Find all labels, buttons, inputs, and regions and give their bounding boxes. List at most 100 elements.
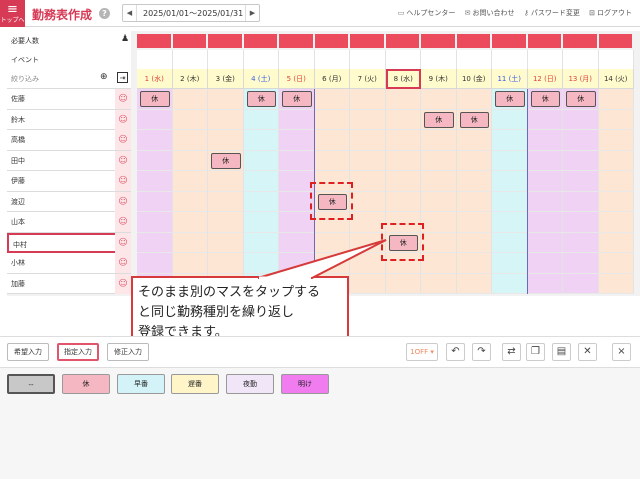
shift-cell[interactable] <box>243 171 279 192</box>
shift-cell[interactable] <box>527 273 563 294</box>
shift-cell[interactable] <box>527 212 563 233</box>
event-cell[interactable] <box>598 50 634 70</box>
close-icon[interactable]: × <box>612 343 631 361</box>
day-header[interactable]: 7 (火) <box>350 69 386 89</box>
event-cell[interactable] <box>137 50 173 70</box>
shift-cell[interactable] <box>563 150 599 171</box>
delete-icon[interactable]: ✕ <box>578 343 597 361</box>
shift-cell[interactable] <box>172 89 208 110</box>
expand-icon[interactable]: ⇥ <box>117 72 128 83</box>
shift-cell[interactable] <box>598 171 634 192</box>
face-icon[interactable]: ☺ <box>115 253 131 273</box>
edit-input-button[interactable]: 修正入力 <box>107 343 149 361</box>
wish-input-button[interactable]: 希望入力 <box>7 343 49 361</box>
shift-cell[interactable] <box>421 150 457 171</box>
shift-chip[interactable]: 休 <box>211 152 241 169</box>
shift-cell[interactable] <box>385 150 421 171</box>
shift-cell[interactable] <box>208 191 244 212</box>
shift-cell[interactable] <box>527 150 563 171</box>
shift-cell[interactable] <box>598 191 634 212</box>
day-header[interactable]: 8 (水) <box>385 69 421 89</box>
shift-cell[interactable] <box>492 253 528 274</box>
day-header[interactable]: 1 (水) <box>137 69 173 89</box>
palette-item[interactable]: 夜勤 <box>226 374 274 394</box>
shift-cell[interactable] <box>385 191 421 212</box>
paste-icon[interactable]: ▤ <box>552 343 571 361</box>
shift-cell[interactable] <box>563 253 599 274</box>
period-text[interactable]: 2025/01/01～2025/01/31 <box>143 8 243 19</box>
event-cell[interactable] <box>279 50 315 70</box>
auto-off-toggle[interactable]: 1OFF ▾ <box>406 343 438 361</box>
shift-cell[interactable] <box>492 130 528 151</box>
shift-cell[interactable] <box>137 191 173 212</box>
redo-icon[interactable]: ↷ <box>472 343 491 361</box>
shift-chip[interactable]: 休 <box>282 91 312 107</box>
shift-cell[interactable] <box>492 109 528 130</box>
face-icon[interactable]: ☺ <box>115 171 131 191</box>
shift-cell[interactable] <box>279 253 315 274</box>
shift-cell[interactable] <box>350 273 386 294</box>
shift-cell[interactable] <box>421 253 457 274</box>
shift-cell[interactable] <box>172 253 208 274</box>
event-cell[interactable] <box>563 50 599 70</box>
shift-cell[interactable] <box>208 89 244 110</box>
staff-row-header[interactable]: 渡辺 ☺ <box>7 191 131 212</box>
palette-item[interactable]: 遅番 <box>171 374 219 394</box>
shift-cell[interactable] <box>598 232 634 253</box>
shift-cell[interactable] <box>137 171 173 192</box>
event-cell[interactable] <box>456 50 492 70</box>
event-cell[interactable] <box>172 50 208 70</box>
shift-cell[interactable] <box>243 150 279 171</box>
event-cell[interactable] <box>421 50 457 70</box>
help-center-link[interactable]: ▭ ヘルプセンター <box>398 9 456 17</box>
day-header[interactable]: 2 (木) <box>172 69 208 89</box>
event-cell[interactable] <box>208 50 244 70</box>
staff-row-header[interactable]: 高橋 ☺ <box>7 130 131 151</box>
shift-cell[interactable] <box>208 171 244 192</box>
shift-cell[interactable] <box>421 273 457 294</box>
day-header[interactable]: 14 (火) <box>598 69 634 89</box>
shift-cell[interactable] <box>350 109 386 130</box>
shift-cell[interactable] <box>385 89 421 110</box>
face-icon[interactable]: ☺ <box>115 232 131 253</box>
shift-chip[interactable]: 休 <box>140 91 170 107</box>
shift-cell[interactable] <box>527 191 563 212</box>
shift-cell[interactable] <box>314 130 350 151</box>
day-header[interactable]: 12 (日) <box>527 69 563 89</box>
shift-cell[interactable] <box>350 191 386 212</box>
palette-item[interactable]: -- <box>7 374 55 394</box>
staff-row-header[interactable]: 加藤 ☺ <box>7 273 131 294</box>
shift-cell[interactable] <box>598 130 634 151</box>
shift-cell[interactable] <box>172 150 208 171</box>
shift-cell[interactable] <box>492 171 528 192</box>
shift-cell[interactable] <box>350 130 386 151</box>
palette-item[interactable]: 早番 <box>117 374 165 394</box>
shift-cell[interactable] <box>598 253 634 274</box>
password-link[interactable]: ⚷ パスワード変更 <box>524 9 580 17</box>
day-header[interactable]: 11 (土) <box>492 69 528 89</box>
shift-cell[interactable] <box>243 232 279 253</box>
shift-cell[interactable] <box>314 232 350 253</box>
shift-cell[interactable] <box>350 150 386 171</box>
shift-cell[interactable] <box>243 109 279 130</box>
shift-cell[interactable] <box>527 109 563 130</box>
shift-cell[interactable] <box>172 212 208 233</box>
shift-cell[interactable] <box>456 171 492 192</box>
shift-chip[interactable]: 休 <box>424 111 454 128</box>
shift-cell[interactable] <box>172 191 208 212</box>
face-icon[interactable]: ☺ <box>115 212 131 232</box>
event-cell[interactable] <box>385 50 421 70</box>
shift-cell[interactable] <box>598 150 634 171</box>
shift-chip[interactable]: 休 <box>566 91 596 107</box>
shift-chip[interactable]: 休 <box>495 91 525 107</box>
staff-row-header[interactable]: 中村 ☺ <box>7 232 131 253</box>
face-icon[interactable]: ☺ <box>115 150 131 171</box>
shift-cell[interactable] <box>385 171 421 192</box>
face-icon[interactable]: ☺ <box>115 89 131 109</box>
shift-cell[interactable] <box>598 273 634 294</box>
shift-cell[interactable] <box>208 253 244 274</box>
shift-cell[interactable] <box>456 89 492 110</box>
shift-cell[interactable] <box>492 273 528 294</box>
shift-cell[interactable] <box>279 130 315 151</box>
day-header[interactable]: 6 (月) <box>314 69 350 89</box>
